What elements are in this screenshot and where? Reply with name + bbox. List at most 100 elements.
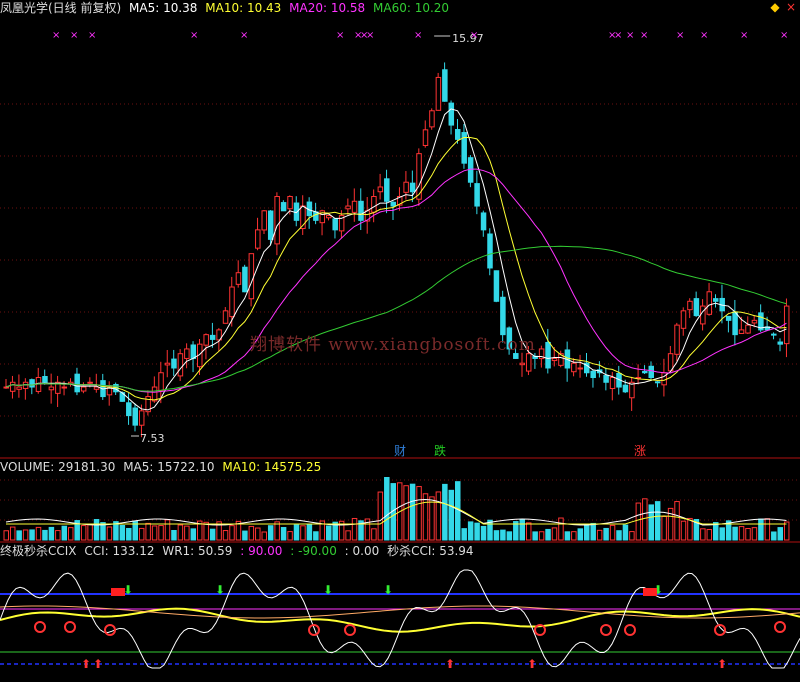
volume-bar xyxy=(255,527,261,541)
volume-ma5-label: MA5: 15722.10 xyxy=(123,460,215,474)
volume-bar xyxy=(596,529,603,541)
signal-mark: × xyxy=(414,30,422,41)
volume-bar xyxy=(326,525,332,541)
candle xyxy=(203,334,209,346)
volume-bar xyxy=(126,527,132,541)
volume-bar xyxy=(119,524,126,541)
candle xyxy=(693,298,700,317)
candle xyxy=(525,353,532,372)
volume-bar xyxy=(87,524,93,541)
candle xyxy=(16,386,22,390)
volume-bar xyxy=(558,517,564,541)
candle xyxy=(680,310,687,329)
signal-mark: × xyxy=(640,30,648,41)
candle xyxy=(661,372,667,386)
candle xyxy=(345,205,351,210)
volume-bar xyxy=(248,525,255,541)
candle xyxy=(287,196,293,210)
volume-bar xyxy=(635,502,642,541)
volume-bar xyxy=(384,476,390,541)
signal-mark: × xyxy=(88,30,96,41)
candle xyxy=(222,310,229,324)
volume-bar xyxy=(480,525,487,541)
candle xyxy=(138,410,145,426)
candle xyxy=(435,76,442,111)
candle xyxy=(274,196,280,245)
candle xyxy=(700,305,706,325)
volume-bar xyxy=(151,525,158,541)
candle xyxy=(603,374,609,383)
down-arrow-icon: ⬇ xyxy=(215,583,225,597)
volume-bar xyxy=(306,523,313,541)
close-icon[interactable]: × xyxy=(784,0,798,14)
price-header: 凤凰光学(日线 前复权) MA5: 10.38 MA10: 10.43 MA20… xyxy=(0,0,453,16)
volume-bar xyxy=(313,531,319,541)
volume-label: VOLUME: 29181.30 xyxy=(0,460,116,474)
candle xyxy=(384,178,390,202)
volume-bar xyxy=(267,525,274,541)
volume-bar xyxy=(429,496,435,541)
up-arrow-icon: ⬆ xyxy=(527,657,537,671)
candle xyxy=(80,386,87,392)
volume-bar xyxy=(467,521,474,541)
volume-bar xyxy=(138,527,145,541)
candle xyxy=(377,186,384,193)
volume-bar xyxy=(280,527,287,541)
candle xyxy=(164,362,171,366)
volume-bar xyxy=(661,515,667,541)
candle xyxy=(648,365,654,379)
volume-bar xyxy=(474,522,480,541)
candle xyxy=(455,129,461,140)
volume-bar xyxy=(525,522,532,541)
candle xyxy=(190,344,197,359)
signal-mark: × xyxy=(626,30,634,41)
volume-bar xyxy=(274,521,280,541)
volume-bar xyxy=(229,525,235,541)
volume-bar xyxy=(771,531,777,541)
volume-bar xyxy=(609,524,616,541)
candle xyxy=(777,341,783,345)
candle xyxy=(732,311,738,336)
signal-mark: × xyxy=(780,30,788,41)
zoom-icon[interactable]: ◆ xyxy=(768,0,782,14)
up-arrow-icon: ⬆ xyxy=(81,657,91,671)
signal-mark: × xyxy=(614,30,622,41)
candle xyxy=(229,286,235,318)
volume-bar xyxy=(719,527,725,541)
candle xyxy=(248,253,255,300)
candle xyxy=(551,357,558,362)
level-m90-label: : -90.00 xyxy=(290,544,337,558)
candle xyxy=(745,324,751,334)
volume-bar xyxy=(629,531,635,541)
candle xyxy=(332,218,338,231)
volume-bar xyxy=(461,528,467,541)
up-arrow-icon: ⬆ xyxy=(717,657,727,671)
volume-bar xyxy=(713,522,719,541)
volume-bar xyxy=(538,531,545,541)
candle xyxy=(61,386,68,389)
volume-bar xyxy=(68,527,74,541)
buy-marker xyxy=(64,621,76,633)
indicator-header: 终极秒杀CCIX CCI: 133.12 WR1: 50.59 : 90.00 … xyxy=(0,543,478,559)
volume-bar xyxy=(93,519,100,541)
volume-bar xyxy=(9,526,16,541)
volume-bar xyxy=(577,528,584,541)
tag-die: 跌 xyxy=(434,444,447,458)
signal-mark: × xyxy=(336,30,344,41)
volume-bar xyxy=(171,530,177,541)
peak-block xyxy=(643,588,657,596)
candle xyxy=(487,233,493,269)
candle xyxy=(738,329,745,334)
volume-bar xyxy=(777,527,783,541)
candle xyxy=(545,341,551,369)
candle xyxy=(326,215,332,219)
up-arrow-icon: ⬆ xyxy=(445,657,455,671)
low-price-label: 7.53 xyxy=(140,432,165,445)
candle xyxy=(209,334,216,340)
level-90-label: : 90.00 xyxy=(240,544,283,558)
candle xyxy=(184,348,190,359)
volume-bar xyxy=(409,483,416,541)
cci-label: CCI: 133.12 xyxy=(84,544,155,558)
ma60-label: MA60: 10.20 xyxy=(373,1,450,15)
volume-bar xyxy=(3,530,9,541)
